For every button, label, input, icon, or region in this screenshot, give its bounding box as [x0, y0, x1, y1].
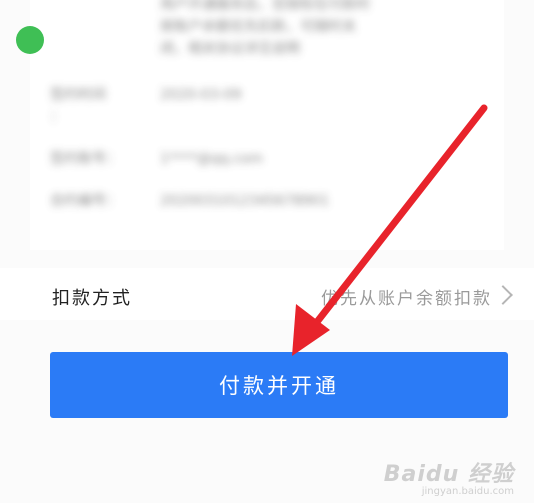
status-indicator [16, 26, 44, 54]
baidu-watermark: Baidu 经验 jingyan.baidu.com [384, 456, 514, 497]
info-label: 合约编号： [50, 193, 120, 209]
page-background: 用户开通服务后，您授权在付款时 按账户余额优先扣款，可随时关 闭，相关协议详见说… [0, 0, 534, 503]
info-label: 签约账号： [50, 151, 120, 167]
info-row-sign-time: 签约时间 ： 2020-03-09 [50, 84, 490, 128]
info-label: 签约时间 ： [50, 87, 106, 125]
deduction-method-value: 优先从账户余额扣款 [321, 289, 492, 309]
info-value: 2020031012345678901 [160, 193, 330, 209]
info-row-description: 用户开通服务后，您授权在付款时 按账户余额优先扣款，可随时关 闭，相关协议详见说… [50, 0, 490, 60]
deduction-method-label: 扣款方式 [52, 288, 132, 309]
contract-info-card: 用户开通服务后，您授权在付款时 按账户余额优先扣款，可随时关 闭，相关协议详见说… [16, 0, 504, 250]
info-value: 用户开通服务后，您授权在付款时 按账户余额优先扣款，可随时关 闭，相关协议详见说… [160, 0, 370, 57]
chevron-right-icon [493, 285, 513, 305]
info-value: 2020-03-09 [160, 87, 242, 103]
watermark-main: Baidu 经验 [383, 462, 514, 487]
info-row-account: 签约账号： 1****@qq.com [50, 148, 490, 170]
info-row-contract-id: 合约编号： 2020031012345678901 [50, 190, 490, 212]
deduction-method-row[interactable]: 扣款方式 优先从账户余额扣款 [0, 268, 534, 320]
pay-and-activate-button[interactable]: 付款并开通 [50, 352, 508, 418]
info-value: 1****@qq.com [160, 151, 264, 167]
